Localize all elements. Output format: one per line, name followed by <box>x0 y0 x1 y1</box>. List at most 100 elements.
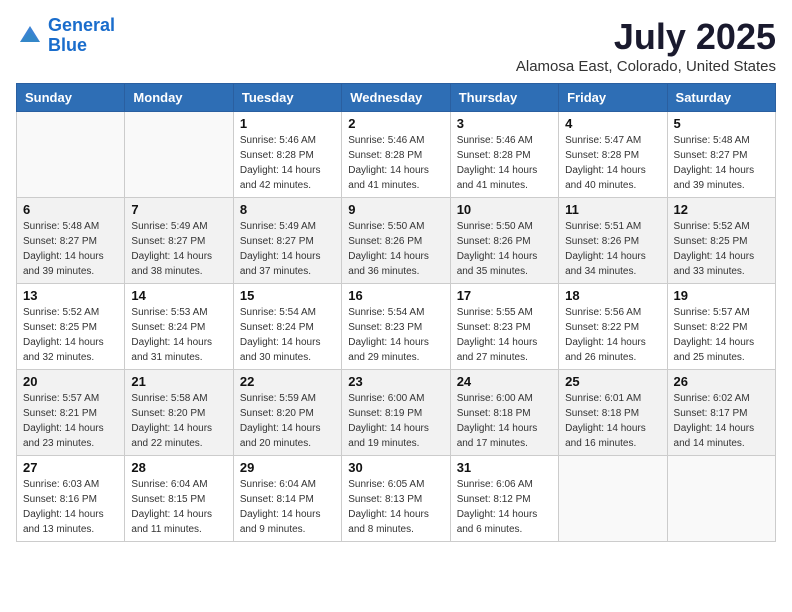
day-info: Sunrise: 6:04 AMSunset: 8:14 PMDaylight:… <box>240 477 335 537</box>
day-number: 5 <box>674 116 769 131</box>
day-info: Sunrise: 5:54 AMSunset: 8:24 PMDaylight:… <box>240 305 335 365</box>
day-number: 8 <box>240 202 335 217</box>
calendar-cell-1-3: 1Sunrise: 5:46 AMSunset: 8:28 PMDaylight… <box>233 112 341 198</box>
calendar-cell-1-4: 2Sunrise: 5:46 AMSunset: 8:28 PMDaylight… <box>342 112 450 198</box>
calendar-cell-3-2: 14Sunrise: 5:53 AMSunset: 8:24 PMDayligh… <box>125 284 233 370</box>
calendar-week-4: 20 Sunrise: 5:57 AMSunset: 8:21 PMDayligh… <box>17 370 776 456</box>
day-info: Sunrise: 5:47 AMSunset: 8:28 PMDaylight:… <box>565 133 660 193</box>
title-block: July 2025 Alamosa East, Colorado, United… <box>516 16 776 75</box>
calendar-cell-3-7: 19 Sunrise: 5:57 AMSunset: 8:22 PMDayligh… <box>667 284 775 370</box>
day-info: Sunrise: 5:46 AMSunset: 8:28 PMDaylight:… <box>457 133 552 193</box>
logo-general: General <box>48 15 115 35</box>
calendar-cell-3-4: 16Sunrise: 5:54 AMSunset: 8:23 PMDayligh… <box>342 284 450 370</box>
day-info: Sunrise: 6:06 AMSunset: 8:12 PMDaylight:… <box>457 477 552 537</box>
calendar-cell-1-5: 3 Sunrise: 5:46 AMSunset: 8:28 PMDaylight… <box>450 112 558 198</box>
calendar-cell-2-7: 12 Sunrise: 5:52 AMSunset: 8:25 PMDayligh… <box>667 198 775 284</box>
calendar-cell-4-6: 25Sunrise: 6:01 AMSunset: 8:18 PMDayligh… <box>559 370 667 456</box>
day-info: Sunrise: 5:50 AMSunset: 8:26 PMDaylight:… <box>457 219 552 279</box>
calendar-cell-4-5: 24 Sunrise: 6:00 AMSunset: 8:18 PMDayligh… <box>450 370 558 456</box>
logo-icon <box>16 22 44 50</box>
day-number: 4 <box>565 116 660 131</box>
calendar-cell-1-7: 5 Sunrise: 5:48 AMSunset: 8:27 PMDaylight… <box>667 112 775 198</box>
day-number: 10 <box>457 202 552 217</box>
calendar-cell-2-3: 8 Sunrise: 5:49 AMSunset: 8:27 PMDaylight… <box>233 198 341 284</box>
day-info: Sunrise: 5:49 AMSunset: 8:27 PMDaylight:… <box>240 219 335 279</box>
day-info: Sunrise: 5:48 AMSunset: 8:27 PMDaylight:… <box>674 133 769 193</box>
day-info: Sunrise: 6:00 AMSunset: 8:18 PMDaylight:… <box>457 391 552 451</box>
day-number: 7 <box>131 202 226 217</box>
calendar-cell-5-5: 31 Sunrise: 6:06 AMSunset: 8:12 PMDayligh… <box>450 456 558 542</box>
day-number: 3 <box>457 116 552 131</box>
calendar-cell-3-5: 17 Sunrise: 5:55 AMSunset: 8:23 PMDayligh… <box>450 284 558 370</box>
day-info: Sunrise: 5:55 AMSunset: 8:23 PMDaylight:… <box>457 305 552 365</box>
calendar-cell-3-6: 18Sunrise: 5:56 AMSunset: 8:22 PMDayligh… <box>559 284 667 370</box>
day-info: Sunrise: 6:02 AMSunset: 8:17 PMDaylight:… <box>674 391 769 451</box>
day-info: Sunrise: 6:05 AMSunset: 8:13 PMDaylight:… <box>348 477 443 537</box>
day-info: Sunrise: 5:51 AMSunset: 8:26 PMDaylight:… <box>565 219 660 279</box>
calendar-cell-5-3: 29Sunrise: 6:04 AMSunset: 8:14 PMDayligh… <box>233 456 341 542</box>
day-info: Sunrise: 5:59 AMSunset: 8:20 PMDaylight:… <box>240 391 335 451</box>
page-header: General Blue July 2025 Alamosa East, Col… <box>16 16 776 75</box>
col-thursday: Thursday <box>450 84 558 112</box>
day-number: 15 <box>240 288 335 303</box>
calendar-cell-4-2: 21 Sunrise: 5:58 AMSunset: 8:20 PMDayligh… <box>125 370 233 456</box>
col-tuesday: Tuesday <box>233 84 341 112</box>
calendar-cell-5-6 <box>559 456 667 542</box>
calendar-cell-5-1: 27 Sunrise: 6:03 AMSunset: 8:16 PMDayligh… <box>17 456 125 542</box>
calendar-cell-4-7: 26Sunrise: 6:02 AMSunset: 8:17 PMDayligh… <box>667 370 775 456</box>
day-info: Sunrise: 5:50 AMSunset: 8:26 PMDaylight:… <box>348 219 443 279</box>
col-monday: Monday <box>125 84 233 112</box>
day-info: Sunrise: 5:49 AMSunset: 8:27 PMDaylight:… <box>131 219 226 279</box>
calendar-cell-2-4: 9Sunrise: 5:50 AMSunset: 8:26 PMDaylight… <box>342 198 450 284</box>
calendar-cell-2-5: 10 Sunrise: 5:50 AMSunset: 8:26 PMDayligh… <box>450 198 558 284</box>
calendar-cell-5-2: 28 Sunrise: 6:04 AMSunset: 8:15 PMDayligh… <box>125 456 233 542</box>
day-number: 17 <box>457 288 552 303</box>
day-number: 19 <box>674 288 769 303</box>
day-info: Sunrise: 6:03 AMSunset: 8:16 PMDaylight:… <box>23 477 118 537</box>
col-saturday: Saturday <box>667 84 775 112</box>
logo: General Blue <box>16 16 115 56</box>
calendar-cell-2-1: 6Sunrise: 5:48 AMSunset: 8:27 PMDaylight… <box>17 198 125 284</box>
day-number: 14 <box>131 288 226 303</box>
day-number: 16 <box>348 288 443 303</box>
day-info: Sunrise: 5:57 AMSunset: 8:22 PMDaylight:… <box>674 305 769 365</box>
day-number: 24 <box>457 374 552 389</box>
day-number: 20 <box>23 374 118 389</box>
day-info: Sunrise: 6:04 AMSunset: 8:15 PMDaylight:… <box>131 477 226 537</box>
col-friday: Friday <box>559 84 667 112</box>
day-number: 11 <box>565 202 660 217</box>
calendar-table: Sunday Monday Tuesday Wednesday Thursday… <box>16 83 776 542</box>
calendar-cell-3-3: 15 Sunrise: 5:54 AMSunset: 8:24 PMDayligh… <box>233 284 341 370</box>
calendar-week-5: 27 Sunrise: 6:03 AMSunset: 8:16 PMDayligh… <box>17 456 776 542</box>
day-number: 30 <box>348 460 443 475</box>
calendar-cell-4-4: 23Sunrise: 6:00 AMSunset: 8:19 PMDayligh… <box>342 370 450 456</box>
calendar-cell-2-6: 11 Sunrise: 5:51 AMSunset: 8:26 PMDayligh… <box>559 198 667 284</box>
calendar-cell-3-1: 13Sunrise: 5:52 AMSunset: 8:25 PMDayligh… <box>17 284 125 370</box>
calendar-week-1: 1Sunrise: 5:46 AMSunset: 8:28 PMDaylight… <box>17 112 776 198</box>
calendar-cell-1-1 <box>17 112 125 198</box>
day-number: 27 <box>23 460 118 475</box>
col-wednesday: Wednesday <box>342 84 450 112</box>
calendar-cell-2-2: 7 Sunrise: 5:49 AMSunset: 8:27 PMDaylight… <box>125 198 233 284</box>
day-info: Sunrise: 5:56 AMSunset: 8:22 PMDaylight:… <box>565 305 660 365</box>
main-title: July 2025 <box>516 16 776 58</box>
day-info: Sunrise: 5:46 AMSunset: 8:28 PMDaylight:… <box>348 133 443 193</box>
calendar-cell-1-2 <box>125 112 233 198</box>
day-number: 21 <box>131 374 226 389</box>
day-info: Sunrise: 5:58 AMSunset: 8:20 PMDaylight:… <box>131 391 226 451</box>
day-info: Sunrise: 5:52 AMSunset: 8:25 PMDaylight:… <box>674 219 769 279</box>
day-info: Sunrise: 5:46 AMSunset: 8:28 PMDaylight:… <box>240 133 335 193</box>
calendar-cell-4-1: 20 Sunrise: 5:57 AMSunset: 8:21 PMDayligh… <box>17 370 125 456</box>
calendar-cell-1-6: 4 Sunrise: 5:47 AMSunset: 8:28 PMDaylight… <box>559 112 667 198</box>
calendar-header-row: Sunday Monday Tuesday Wednesday Thursday… <box>17 84 776 112</box>
calendar-cell-5-7 <box>667 456 775 542</box>
day-info: Sunrise: 6:01 AMSunset: 8:18 PMDaylight:… <box>565 391 660 451</box>
calendar-week-2: 6Sunrise: 5:48 AMSunset: 8:27 PMDaylight… <box>17 198 776 284</box>
day-number: 6 <box>23 202 118 217</box>
day-number: 31 <box>457 460 552 475</box>
day-info: Sunrise: 5:57 AMSunset: 8:21 PMDaylight:… <box>23 391 118 451</box>
day-number: 28 <box>131 460 226 475</box>
day-info: Sunrise: 6:00 AMSunset: 8:19 PMDaylight:… <box>348 391 443 451</box>
day-number: 12 <box>674 202 769 217</box>
subtitle: Alamosa East, Colorado, United States <box>516 58 776 75</box>
